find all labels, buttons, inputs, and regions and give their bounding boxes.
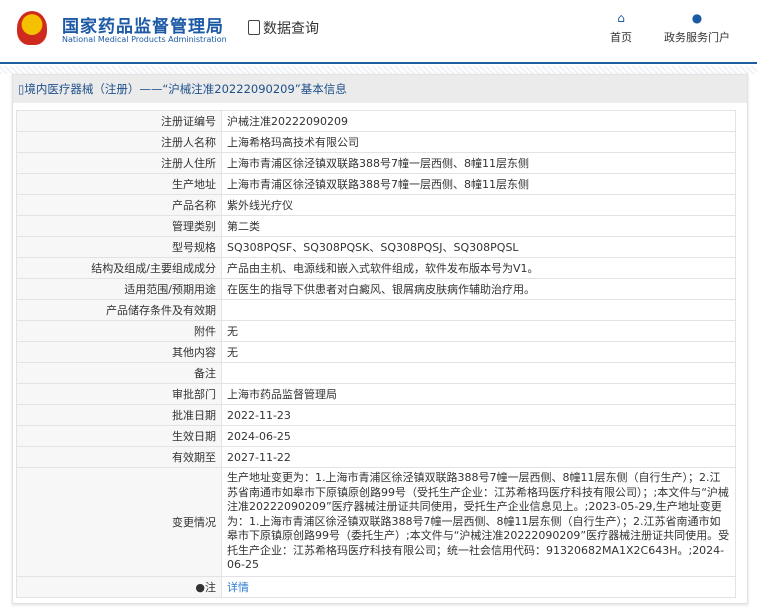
row-value: 上海市青浦区徐泾镇双联路388号7幢一层西侧、8幢11层东侧 — [221, 152, 736, 174]
row-value: 第二类 — [221, 215, 736, 237]
table-row: 注册人名称 上海希格玛高技术有限公司 — [16, 131, 736, 153]
row-label: 其他内容 — [16, 341, 222, 363]
row-value: 2024-06-25 — [221, 425, 736, 447]
panel-title: ▯境内医疗器械（注册）——“沪械注准20222090209”基本信息 — [13, 75, 747, 103]
row-value: 产品由主机、电源线和嵌入式软件组成，软件发布版本号为V1。 — [221, 257, 736, 279]
row-label: 审批部门 — [16, 383, 222, 405]
row-value — [221, 362, 736, 384]
row-label: 附件 — [16, 320, 222, 342]
row-label: 产品名称 — [16, 194, 222, 216]
data-query-icon — [248, 20, 260, 35]
table-row: 审批部门 上海市药品监督管理局 — [16, 383, 736, 405]
nav-home-label: 首页 — [610, 31, 632, 44]
row-label: 结构及组成/主要组成成分 — [16, 257, 222, 279]
row-label: 备注 — [16, 362, 222, 384]
row-value: 紫外线光疗仪 — [221, 194, 736, 216]
row-value: 2022-11-23 — [221, 404, 736, 426]
table-row: 有效期至 2027-11-22 — [16, 446, 736, 468]
table-row: 备注 — [16, 362, 736, 384]
table-row: 附件无 — [16, 320, 736, 342]
row-value: 上海希格玛高技术有限公司 — [221, 131, 736, 153]
table-row: 管理类别 第二类 — [16, 215, 736, 237]
nav-home[interactable]: ⌂ 首页 — [610, 12, 632, 45]
row-label: 变更情况 — [16, 467, 222, 577]
divider — [0, 66, 757, 74]
row-label: 注册人名称 — [16, 131, 222, 153]
table-row: 型号规格 SQ308PQSF、SQ308PQSK、SQ308PQSJ、SQ308P… — [16, 236, 736, 258]
row-label: 生产地址 — [16, 173, 222, 195]
table-row: 产品名称 紫外线光疗仪 — [16, 194, 736, 216]
row-label: 有效期至 — [16, 446, 222, 468]
row-value: 2027-11-22 — [221, 446, 736, 468]
nav-portal-label: 政务服务门户 — [664, 31, 730, 44]
note-row: ●注 详情 — [16, 575, 736, 598]
nav-service-portal[interactable]: ● 政务服务门户 — [664, 12, 730, 45]
row-label: 注册证编号 — [16, 110, 222, 132]
row-value: 在医生的指导下供患者对白癜风、银屑病皮肤病作辅助治疗用。 — [221, 278, 736, 300]
row-label: 管理类别 — [16, 215, 222, 237]
note-label-text: 注 — [205, 580, 216, 594]
national-emblem-icon — [17, 11, 47, 45]
home-icon: ⌂ — [617, 11, 625, 25]
table-row: 变更情况 生产地址变更为：1.上海市青浦区徐泾镇双联路388号7幢一层西侧、8幢1… — [16, 467, 736, 577]
table-row: 其他内容无 — [16, 341, 736, 363]
row-label: 生效日期 — [16, 425, 222, 447]
logo-title[interactable]: 国家药品监督管理局 — [62, 12, 224, 37]
info-panel: ▯境内医疗器械（注册）——“沪械注准20222090209”基本信息 注册证编号… — [12, 74, 748, 604]
section-title: 数据查询 — [248, 18, 319, 38]
row-value: 生产地址变更为：1.上海市青浦区徐泾镇双联路388号7幢一层西侧、8幢11层东侧… — [221, 467, 736, 577]
table-row: 生产地址 上海市青浦区徐泾镇双联路388号7幢一层西侧、8幢11层东侧 — [16, 173, 736, 195]
note-label: ●注 — [16, 575, 222, 598]
row-value: SQ308PQSF、SQ308PQSK、SQ308PQSJ、SQ308PQSL — [221, 236, 736, 258]
table-row: 批准日期 2022-11-23 — [16, 404, 736, 426]
row-value: 无 — [221, 341, 736, 363]
table-row: 注册人住所 上海市青浦区徐泾镇双联路388号7幢一层西侧、8幢11层东侧 — [16, 152, 736, 174]
user-icon: ● — [691, 11, 703, 25]
details-link[interactable]: 详情 — [227, 581, 249, 594]
row-label: 适用范围/预期用途 — [16, 278, 222, 300]
row-value: 上海市青浦区徐泾镇双联路388号7幢一层西侧、8幢11层东侧 — [221, 173, 736, 195]
row-value: 沪械注准20222090209 — [221, 110, 736, 132]
table-row: 生效日期 2024-06-25 — [16, 425, 736, 447]
logo-subtitle[interactable]: National Medical Products Administration — [62, 35, 227, 44]
row-label: 注册人住所 — [16, 152, 222, 174]
row-value — [221, 299, 736, 321]
table-row: 结构及组成/主要组成成分 产品由主机、电源线和嵌入式软件组成，软件发布版本号为V1… — [16, 257, 736, 279]
table-row: 产品储存条件及有效期 — [16, 299, 736, 321]
info-table: 注册证编号 沪械注准20222090209 注册人名称 上海希格玛高技术有限公司 注册人… — [16, 110, 736, 598]
pin-icon: ● — [195, 580, 205, 594]
row-value: 上海市药品监督管理局 — [221, 383, 736, 405]
panel-title-text: 境内医疗器械（注册）——“沪械注准20222090209”基本信息 — [24, 82, 347, 96]
row-label: 型号规格 — [16, 236, 222, 258]
section-label: 数据查询 — [263, 21, 319, 37]
table-row: 注册证编号 沪械注准20222090209 — [16, 110, 736, 132]
row-label: 产品储存条件及有效期 — [16, 299, 222, 321]
table-row: 适用范围/预期用途 在医生的指导下供患者对白癜风、银屑病皮肤病作辅助治疗用。 — [16, 278, 736, 300]
row-value: 无 — [221, 320, 736, 342]
row-label: 批准日期 — [16, 404, 222, 426]
site-header: 国家药品监督管理局 National Medical Products Admi… — [0, 0, 757, 64]
